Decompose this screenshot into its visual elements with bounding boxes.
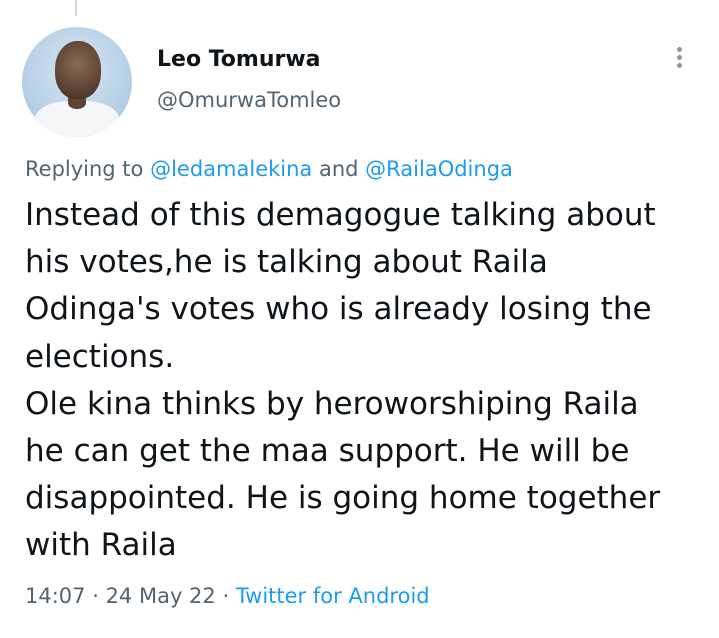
tweet-text-line: his votes,he is talking about Raila [25,244,548,281]
avatar[interactable] [22,27,132,137]
tweet-text: Instead of this demagogue talking about … [25,192,705,570]
tweet-text-line: Odinga's votes who is already losing the [25,291,652,328]
replying-to: Replying to @ledamalekina and @RailaOdin… [25,157,513,181]
mention-link-railaodinga[interactable]: @RailaOdinga [365,157,513,181]
tweet-text-line: disappointed. He is going home together [25,480,661,517]
tweet-metadata: 14:07 · 24 May 22 · Twitter for Android [25,584,430,608]
more-dot [676,55,682,60]
meta-separator: · [215,584,236,608]
tweet-text-line: Ole kina thinks by heroworshiping Raila [25,385,639,422]
author-handle[interactable]: @OmurwaTomleo [157,88,341,112]
tweet-text-line: he can get the maa support. He will be [25,433,630,470]
tweet-text-line: Instead of this demagogue talking about [25,197,656,233]
tweet-source-link[interactable]: Twitter for Android [236,584,430,608]
tweet-text-line: with Raila [25,527,177,564]
replying-conjunction: and [312,157,366,181]
tweet-date[interactable]: 24 May 22 [106,584,216,608]
meta-separator: · [85,584,106,608]
tweet-time[interactable]: 14:07 [25,584,86,608]
replying-prefix: Replying to [25,157,151,181]
mention-link-ledamalekina[interactable]: @ledamalekina [150,157,312,181]
more-dot [676,63,682,68]
more-dot [676,47,682,52]
avatar-face [55,41,101,99]
author-display-name[interactable]: Leo Tomurwa [157,47,321,72]
thread-connector-line [75,0,77,16]
tweet-text-line: elections. [25,338,175,375]
more-vertical-icon[interactable] [667,44,691,74]
